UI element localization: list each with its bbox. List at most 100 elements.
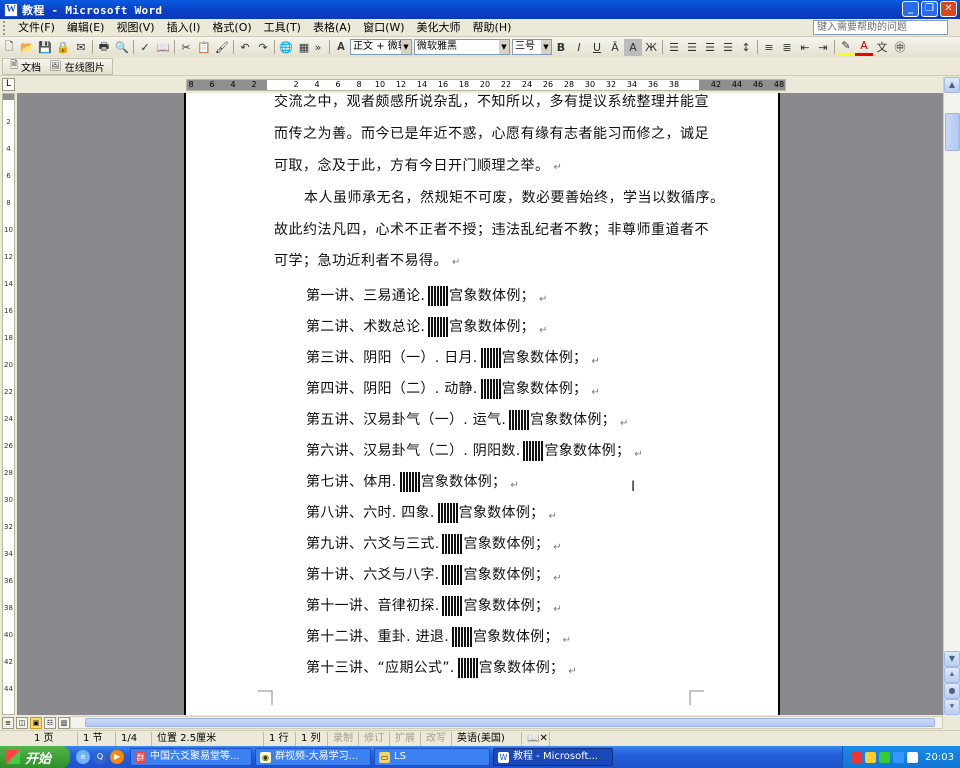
horizontal-scrollbar[interactable] [70,716,943,729]
print-layout-icon[interactable]: ▣ [30,716,42,729]
status-ovr[interactable]: 改写 [421,731,452,746]
document-page[interactable]: 交流之中，观者颇感所说杂乱，不知所以，多有提议系统整理并能宣 而传之为善。而今已… [184,93,780,715]
status-trk[interactable]: 修订 [359,731,390,746]
ruler-number: 8 [356,80,362,89]
email-icon[interactable]: ✉ [72,39,90,56]
font-size-dropdown[interactable]: 三号 ▼ [512,39,552,55]
encircle-icon[interactable]: ㊥ [891,39,909,56]
styles-pane-icon[interactable]: 𝐀 [332,39,350,56]
tray-app-icon[interactable] [893,751,905,763]
restore-button[interactable]: ❐ [921,1,938,17]
horizontal-ruler[interactable]: 8 6 4 2 2 4 6 8 10 12 14 16 18 20 22 24 26 28 30 32 34 36 38 42… [186,79,786,91]
numbering-icon[interactable]: ≡ [760,39,778,56]
taskbar-task[interactable]: ▭ LS [374,748,490,766]
next-page-icon[interactable]: ⯆ [944,699,960,715]
new-doc-icon[interactable]: 🗋 [0,39,18,56]
phonetic-guide-icon[interactable]: 文 [873,39,891,56]
minimize-button[interactable]: _ [902,1,919,17]
help-search-input[interactable]: 键入需要帮助的问题 [813,20,948,35]
justify-icon[interactable]: ☰ [719,39,737,56]
taskbar-task[interactable]: ◉ 群视频-大易学习... [255,748,371,766]
toolbar-options-icon[interactable]: » [313,39,323,56]
toolbar-separator [274,40,275,54]
align-left-icon[interactable]: ☰ [665,39,683,56]
input-method-icon[interactable] [851,751,863,763]
document-area[interactable]: 交流之中，观者颇感所说杂乱，不知所以，多有提议系统整理并能宣 而传之为善。而今已… [17,93,943,715]
underline-icon[interactable]: U [588,39,606,56]
paste-icon[interactable]: 📋 [195,39,213,56]
doc-button[interactable]: 🗎 文档 [6,58,45,75]
menubar-grip[interactable] [3,20,7,35]
research-icon[interactable]: 📖 [154,39,172,56]
taskbar-task-active[interactable]: W 教程 - Microsoft... [493,748,613,766]
status-ext[interactable]: 扩展 [390,731,421,746]
menu-beautify[interactable]: 美化大师 [411,20,467,36]
tray-app-icon[interactable] [865,751,877,763]
horizontal-scroll-thumb[interactable] [85,718,935,727]
menu-edit[interactable]: 编辑(E) [61,20,111,36]
hyperlink-icon[interactable]: 🌐 [277,39,295,56]
volume-icon[interactable] [907,751,919,763]
web-layout-icon[interactable]: ◫ [16,716,28,729]
line-spacing-icon[interactable]: ↕ [737,39,755,56]
character-shading-icon[interactable]: A [624,38,642,56]
format-painter-icon[interactable]: 🖌 [213,39,231,56]
outline-view-icon[interactable]: ☷ [44,716,56,729]
open-folder-icon[interactable]: 📂 [18,39,36,56]
spelling-status-icon[interactable]: 📖✕ [522,731,550,746]
menu-file[interactable]: 文件(F) [12,20,61,36]
bold-icon[interactable]: B [552,39,570,56]
word-app-icon[interactable]: W [4,2,18,17]
menu-table[interactable]: 表格(A) [307,20,357,36]
spelling-icon[interactable]: ✓ [136,39,154,56]
tray-app-icon[interactable] [879,751,891,763]
online-image-button[interactable]: 🖼 在线图片 [45,59,109,74]
lesson-item: 第三讲、阴阳（一）. 日月. 宫象数体例； ↵ [306,345,600,368]
align-right-icon[interactable]: ☰ [701,39,719,56]
menu-help[interactable]: 帮助(H) [467,20,518,36]
scroll-down-icon[interactable]: ▼ [944,651,960,667]
bullets-icon[interactable]: ≣ [778,39,796,56]
menu-window[interactable]: 窗口(W) [357,20,410,36]
font-color-icon[interactable]: A [855,39,873,56]
highlight-icon[interactable]: ✎ [837,39,855,56]
tab-selector[interactable]: L [2,78,15,91]
redo-icon[interactable]: ↷ [254,39,272,56]
vertical-ruler[interactable]: 2 4 6 8 10 12 14 16 18 20 22 24 26 28 30 32 34 36 38 40 42 44 [2,93,15,715]
taskbar-task[interactable]: 群 中国六爻聚易堂等... [130,748,252,766]
align-center-icon[interactable]: ☰ [683,39,701,56]
cut-icon[interactable]: ✂ [177,39,195,56]
table-icon[interactable]: ▦ [295,39,313,56]
decrease-indent-icon[interactable]: ⇤ [796,39,814,56]
vertical-scrollbar[interactable]: ▲ ▼ ⯅ ● ⯆ [943,77,960,715]
menu-tools[interactable]: 工具(T) [258,20,307,36]
menu-view[interactable]: 视图(V) [110,20,160,36]
permission-icon[interactable]: 🔒 [54,39,72,56]
save-icon[interactable]: 💾 [36,39,54,56]
prev-page-icon[interactable]: ⯅ [944,667,960,683]
print-preview-icon[interactable]: 🔍 [113,39,131,56]
media-icon[interactable]: ▶ [110,750,124,764]
scroll-up-icon[interactable]: ▲ [944,77,960,93]
start-button[interactable]: 开始 [0,746,70,768]
undo-icon[interactable]: ↶ [236,39,254,56]
style-dropdown[interactable]: 正文 + 微软 ▼ [350,39,412,55]
select-browse-object-icon[interactable]: ● [944,683,960,699]
menu-insert[interactable]: 插入(I) [161,20,207,36]
reading-layout-icon[interactable]: ▥ [58,716,70,729]
ie-icon[interactable]: e [76,750,90,764]
character-scaling-icon[interactable]: Ж [642,39,660,56]
vertical-scroll-thumb[interactable] [945,113,960,151]
close-button[interactable]: ✕ [940,1,957,17]
print-icon[interactable]: 🖶 [95,39,113,56]
font-dropdown[interactable]: 微软雅黑 ▼ [414,39,510,55]
clock[interactable]: 20:03 [925,752,954,763]
character-border-icon[interactable]: Ā [606,39,624,56]
italic-icon[interactable]: I [570,39,588,56]
qq-icon[interactable]: Q [93,750,107,764]
status-rec[interactable]: 录制 [328,731,359,746]
menu-format[interactable]: 格式(O) [206,20,257,36]
increase-indent-icon[interactable]: ⇥ [814,39,832,56]
status-language[interactable]: 英语(美国) [452,731,522,746]
normal-view-icon[interactable]: ≡ [2,716,14,729]
